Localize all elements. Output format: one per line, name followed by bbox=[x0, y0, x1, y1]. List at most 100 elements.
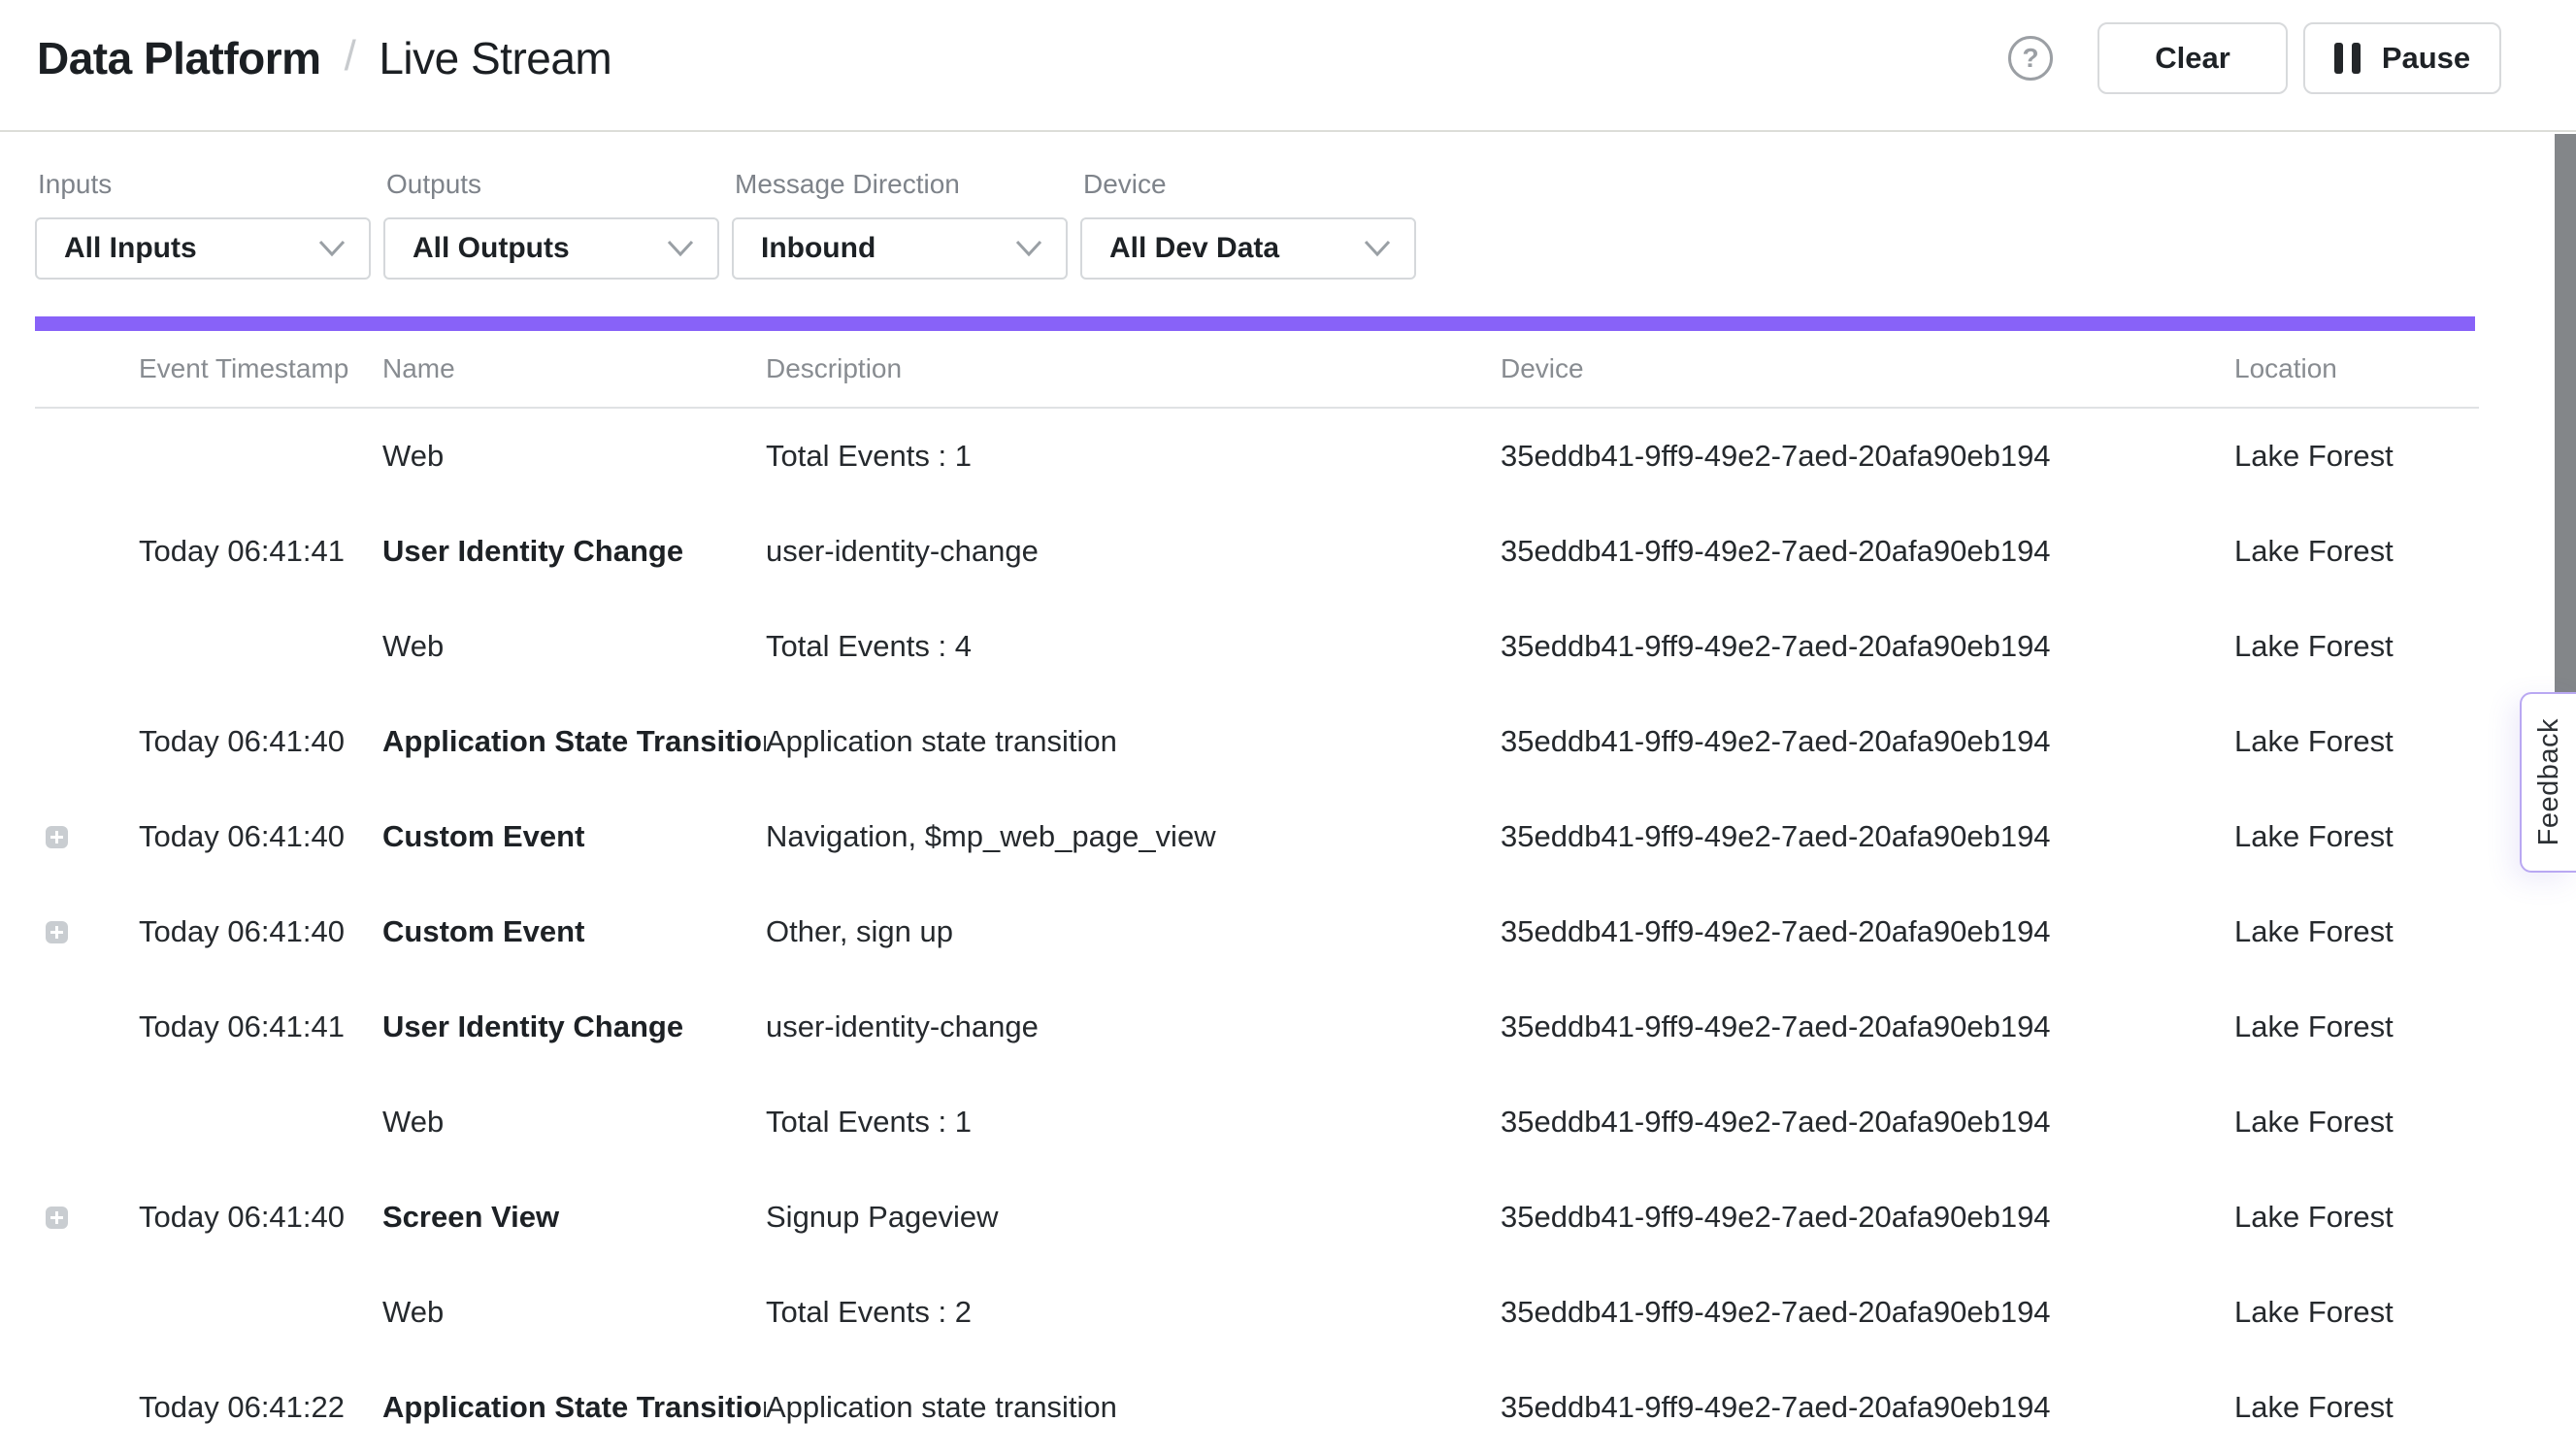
top-header: Data Platform / Live Stream ? Clear Paus… bbox=[0, 0, 2576, 132]
table-row[interactable]: Today 06:41:41 User Identity Change user… bbox=[35, 979, 2479, 1075]
event-location-cell: Lake Forest bbox=[2234, 914, 2479, 949]
event-description-cell: Total Events : 1 bbox=[766, 1105, 1501, 1140]
chevron-down-icon bbox=[1015, 240, 1042, 257]
filter-label: Inputs bbox=[38, 169, 371, 200]
event-description-cell: Total Events : 2 bbox=[766, 1295, 1501, 1330]
event-name-cell: Custom Event bbox=[382, 914, 766, 949]
event-description-cell: Navigation, $mp_web_page_view bbox=[766, 819, 1501, 854]
event-location-cell: Lake Forest bbox=[2234, 629, 2479, 664]
feedback-tab[interactable]: Feedback bbox=[2520, 692, 2576, 873]
event-description-cell: Total Events : 1 bbox=[766, 439, 1501, 474]
table-row[interactable]: Today 06:41:40 Custom Event Other, sign … bbox=[35, 884, 2479, 979]
live-stream-table: Event Timestamp Name Description Device … bbox=[35, 331, 2479, 1455]
event-device-cell: 35eddb41-9ff9-49e2-7aed-20afa90eb194 bbox=[1501, 1390, 2234, 1425]
page-title: Live Stream bbox=[379, 32, 611, 84]
table-row[interactable]: Today 06:41:40 Custom Event Navigation, … bbox=[35, 789, 2479, 884]
filter-dropdown-value: Inbound bbox=[761, 232, 875, 265]
event-timestamp-cell: Today 06:41:40 bbox=[139, 724, 382, 759]
event-location-cell: Lake Forest bbox=[2234, 1105, 2479, 1140]
filter-label: Outputs bbox=[386, 169, 719, 200]
table-row[interactable]: Today 06:41:22 Application State Transit… bbox=[35, 1360, 2479, 1455]
event-device-cell: 35eddb41-9ff9-49e2-7aed-20afa90eb194 bbox=[1501, 1200, 2234, 1235]
table-row[interactable]: Web Total Events : 4 35eddb41-9ff9-49e2-… bbox=[35, 599, 2479, 694]
event-name-cell: Web bbox=[382, 1295, 766, 1330]
filter-dropdown[interactable]: All Inputs bbox=[35, 217, 371, 280]
clear-button[interactable]: Clear bbox=[2097, 22, 2288, 94]
event-device-cell: 35eddb41-9ff9-49e2-7aed-20afa90eb194 bbox=[1501, 1009, 2234, 1044]
event-timestamp-cell: Today 06:41:41 bbox=[139, 534, 382, 569]
event-timestamp-cell: Today 06:41:22 bbox=[139, 1390, 382, 1425]
header-actions: ? Clear Pause bbox=[2008, 22, 2501, 94]
event-location-cell: Lake Forest bbox=[2234, 724, 2479, 759]
table-header-row: Event Timestamp Name Description Device … bbox=[35, 331, 2479, 409]
table-row[interactable]: Web Total Events : 2 35eddb41-9ff9-49e2-… bbox=[35, 1265, 2479, 1360]
expand-row-icon[interactable] bbox=[46, 921, 68, 943]
event-description-cell: Other, sign up bbox=[766, 914, 1501, 949]
filter-group: Device All Dev Data bbox=[1080, 169, 1416, 280]
event-location-cell: Lake Forest bbox=[2234, 1390, 2479, 1425]
event-location-cell: Lake Forest bbox=[2234, 1009, 2479, 1044]
event-device-cell: 35eddb41-9ff9-49e2-7aed-20afa90eb194 bbox=[1501, 629, 2234, 664]
event-device-cell: 35eddb41-9ff9-49e2-7aed-20afa90eb194 bbox=[1501, 1105, 2234, 1140]
feedback-tab-label: Feedback bbox=[2533, 718, 2565, 845]
table-row[interactable]: Web Total Events : 1 35eddb41-9ff9-49e2-… bbox=[35, 409, 2479, 504]
filter-group: Message Direction Inbound bbox=[732, 169, 1068, 280]
event-device-cell: 35eddb41-9ff9-49e2-7aed-20afa90eb194 bbox=[1501, 439, 2234, 474]
filter-label: Message Direction bbox=[735, 169, 1068, 200]
column-header-description: Description bbox=[766, 353, 1501, 384]
chevron-down-icon bbox=[1364, 240, 1391, 257]
event-location-cell: Lake Forest bbox=[2234, 819, 2479, 854]
event-location-cell: Lake Forest bbox=[2234, 534, 2479, 569]
event-description-cell: user-identity-change bbox=[766, 534, 1501, 569]
table-row[interactable]: Today 06:41:40 Application State Transit… bbox=[35, 694, 2479, 789]
event-device-cell: 35eddb41-9ff9-49e2-7aed-20afa90eb194 bbox=[1501, 819, 2234, 854]
event-device-cell: 35eddb41-9ff9-49e2-7aed-20afa90eb194 bbox=[1501, 534, 2234, 569]
event-timestamp-cell: Today 06:41:40 bbox=[139, 914, 382, 949]
column-header-name: Name bbox=[382, 353, 766, 384]
breadcrumb: Data Platform / Live Stream bbox=[37, 32, 611, 84]
event-description-cell: Total Events : 4 bbox=[766, 629, 1501, 664]
event-name-cell: Application State Transition bbox=[382, 724, 766, 759]
table-row[interactable]: Today 06:41:40 Screen View Signup Pagevi… bbox=[35, 1170, 2479, 1265]
pause-icon bbox=[2334, 43, 2361, 74]
table-body: Web Total Events : 1 35eddb41-9ff9-49e2-… bbox=[35, 409, 2479, 1455]
filter-dropdown[interactable]: All Outputs bbox=[383, 217, 719, 280]
event-timestamp-cell: Today 06:41:41 bbox=[139, 1009, 382, 1044]
expand-row-icon[interactable] bbox=[46, 1207, 68, 1229]
column-header-location: Location bbox=[2234, 353, 2479, 384]
chevron-down-icon bbox=[318, 240, 346, 257]
table-row[interactable]: Today 06:41:41 User Identity Change user… bbox=[35, 504, 2479, 599]
filter-dropdown[interactable]: Inbound bbox=[732, 217, 1068, 280]
event-description-cell: Application state transition bbox=[766, 724, 1501, 759]
accent-divider-bar bbox=[35, 316, 2475, 331]
table-row[interactable]: Web Total Events : 1 35eddb41-9ff9-49e2-… bbox=[35, 1075, 2479, 1170]
breadcrumb-data-platform[interactable]: Data Platform bbox=[37, 32, 321, 84]
event-name-cell: Application State Transition bbox=[382, 1390, 766, 1425]
event-location-cell: Lake Forest bbox=[2234, 439, 2479, 474]
filter-dropdown[interactable]: All Dev Data bbox=[1080, 217, 1416, 280]
filter-group: Outputs All Outputs bbox=[383, 169, 719, 280]
filter-dropdown-value: All Inputs bbox=[64, 232, 197, 265]
event-name-cell: User Identity Change bbox=[382, 534, 766, 569]
filter-dropdown-value: All Outputs bbox=[413, 232, 570, 265]
vertical-scrollbar-thumb[interactable] bbox=[2555, 134, 2576, 695]
event-description-cell: Application state transition bbox=[766, 1390, 1501, 1425]
filter-dropdown-value: All Dev Data bbox=[1109, 232, 1279, 265]
pause-button-label: Pause bbox=[2382, 41, 2470, 76]
event-name-cell: Web bbox=[382, 439, 766, 474]
event-device-cell: 35eddb41-9ff9-49e2-7aed-20afa90eb194 bbox=[1501, 1295, 2234, 1330]
event-device-cell: 35eddb41-9ff9-49e2-7aed-20afa90eb194 bbox=[1501, 914, 2234, 949]
event-description-cell: Signup Pageview bbox=[766, 1200, 1501, 1235]
pause-button[interactable]: Pause bbox=[2303, 22, 2501, 94]
column-header-device: Device bbox=[1501, 353, 2234, 384]
event-location-cell: Lake Forest bbox=[2234, 1295, 2479, 1330]
event-location-cell: Lake Forest bbox=[2234, 1200, 2479, 1235]
help-icon[interactable]: ? bbox=[2008, 36, 2053, 81]
filter-bar: Inputs All Inputs Outputs All Outputs Me… bbox=[0, 132, 2576, 280]
expand-row-icon[interactable] bbox=[46, 826, 68, 848]
column-header-event-timestamp: Event Timestamp bbox=[139, 353, 382, 384]
event-name-cell: Web bbox=[382, 1105, 766, 1140]
filter-group: Inputs All Inputs bbox=[35, 169, 371, 280]
event-device-cell: 35eddb41-9ff9-49e2-7aed-20afa90eb194 bbox=[1501, 724, 2234, 759]
breadcrumb-separator: / bbox=[321, 32, 380, 81]
